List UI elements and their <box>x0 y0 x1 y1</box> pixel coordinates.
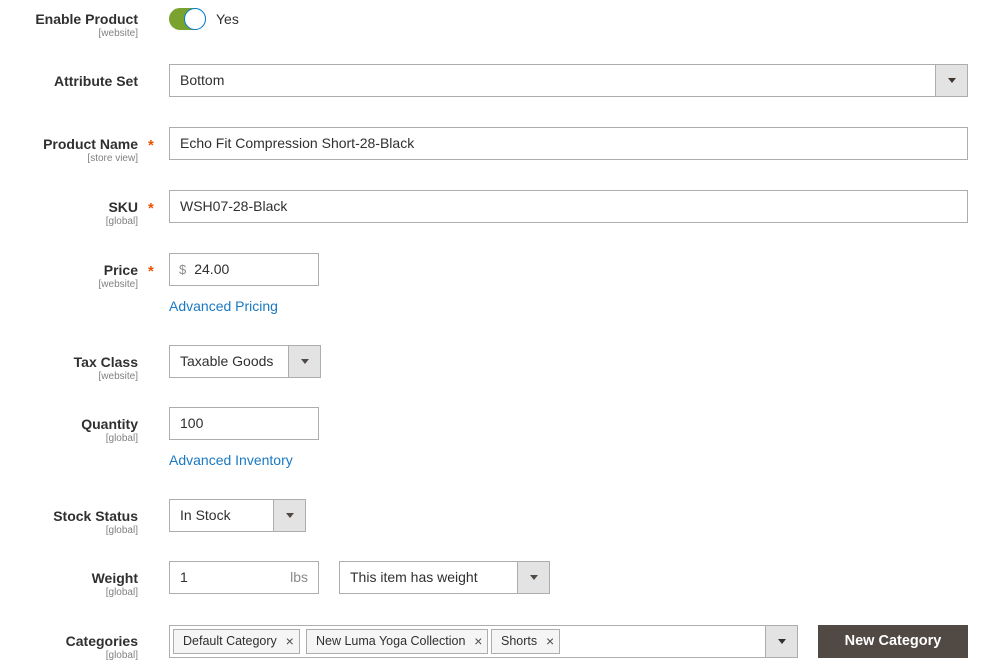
chevron-down-icon <box>530 575 538 580</box>
category-tag: New Luma Yoga Collection × <box>306 629 489 654</box>
price-value: 24.00 <box>194 261 230 277</box>
stock-status-label-wrap: Stock Status [global] <box>53 507 138 537</box>
weight-unit: lbs <box>290 569 308 585</box>
quantity-label-wrap: Quantity [global] <box>81 415 138 445</box>
tax-class-scope: [website] <box>98 371 138 382</box>
tax-class-label: Tax Class <box>73 354 138 370</box>
stock-status-label: Stock Status <box>53 508 138 524</box>
sku-scope: [global] <box>105 216 138 227</box>
categories-dropdown-button[interactable] <box>765 626 797 657</box>
product-name-input[interactable]: Echo Fit Compression Short-28-Black <box>169 127 968 160</box>
categories-multiselect[interactable]: Default Category × New Luma Yoga Collect… <box>169 625 798 658</box>
remove-tag-icon[interactable]: × <box>286 630 294 653</box>
price-scope: [website] <box>98 279 138 290</box>
category-tag-label: Shorts <box>501 634 538 648</box>
weight-option-dropdown-button[interactable] <box>517 562 549 593</box>
sku-label: SKU <box>108 199 138 215</box>
attribute-set-label: Attribute Set <box>54 73 138 89</box>
required-asterisk: * <box>148 263 154 280</box>
weight-label-wrap: Weight [global] <box>92 569 138 599</box>
attribute-set-dropdown-button[interactable] <box>935 65 967 96</box>
price-label-wrap: Price [website] <box>99 261 138 291</box>
quantity-input[interactable]: 100 <box>169 407 319 440</box>
remove-tag-icon[interactable]: × <box>474 630 482 653</box>
weight-input[interactable]: 1 lbs <box>169 561 319 594</box>
quantity-label: Quantity <box>81 416 138 432</box>
chevron-down-icon <box>778 639 786 644</box>
required-asterisk: * <box>148 200 154 217</box>
chevron-down-icon <box>286 513 294 518</box>
tax-class-dropdown-button[interactable] <box>288 346 320 377</box>
weight-label: Weight <box>91 570 138 586</box>
advanced-pricing-link[interactable]: Advanced Pricing <box>169 297 278 315</box>
sku-input[interactable]: WSH07-28-Black <box>169 190 968 223</box>
currency-symbol: $ <box>179 262 187 277</box>
sku-label-wrap: SKU [global] <box>106 198 138 228</box>
category-tag: Shorts × <box>491 629 561 654</box>
required-asterisk: * <box>148 137 154 154</box>
enable-product-scope: [website] <box>98 28 138 39</box>
categories-scope: [global] <box>105 650 138 661</box>
weight-scope: [global] <box>105 587 138 598</box>
categories-label: Categories <box>65 633 138 649</box>
chevron-down-icon <box>948 78 956 83</box>
product-name-scope: [store view] <box>87 153 138 164</box>
attribute-set-select[interactable]: Bottom <box>169 64 968 97</box>
chevron-down-icon <box>301 359 309 364</box>
enable-product-toggle[interactable] <box>169 8 206 30</box>
enable-product-label: Enable Product <box>35 11 138 27</box>
attribute-set-label-wrap: Attribute Set <box>54 72 138 90</box>
new-category-button[interactable]: New Category <box>818 625 968 658</box>
category-tag-label: New Luma Yoga Collection <box>316 634 466 648</box>
tax-class-value: Taxable Goods <box>180 353 274 369</box>
attribute-set-value: Bottom <box>180 72 225 88</box>
quantity-scope: [global] <box>105 433 138 444</box>
stock-status-value: In Stock <box>180 507 231 523</box>
stock-status-scope: [global] <box>105 525 138 536</box>
price-label: Price <box>103 262 138 278</box>
toggle-knob <box>184 8 206 30</box>
product-name-label-wrap: Product Name [store view] <box>43 135 138 165</box>
category-tag: Default Category × <box>173 629 300 654</box>
advanced-inventory-link[interactable]: Advanced Inventory <box>169 451 293 469</box>
stock-status-select[interactable]: In Stock <box>169 499 306 532</box>
enable-product-label-wrap: Enable Product [website] <box>35 10 138 40</box>
tax-class-label-wrap: Tax Class [website] <box>74 353 138 383</box>
tax-class-select[interactable]: Taxable Goods <box>169 345 321 378</box>
price-input[interactable]: $24.00 <box>169 253 319 286</box>
product-name-label: Product Name <box>43 136 138 152</box>
weight-option-select[interactable]: This item has weight <box>339 561 550 594</box>
category-tag-label: Default Category <box>183 634 277 648</box>
categories-label-wrap: Categories [global] <box>66 632 138 662</box>
weight-option-value: This item has weight <box>350 569 478 585</box>
weight-value: 1 <box>180 569 188 585</box>
enable-product-toggle-text: Yes <box>216 11 239 27</box>
stock-status-dropdown-button[interactable] <box>273 500 305 531</box>
remove-tag-icon[interactable]: × <box>546 630 554 653</box>
